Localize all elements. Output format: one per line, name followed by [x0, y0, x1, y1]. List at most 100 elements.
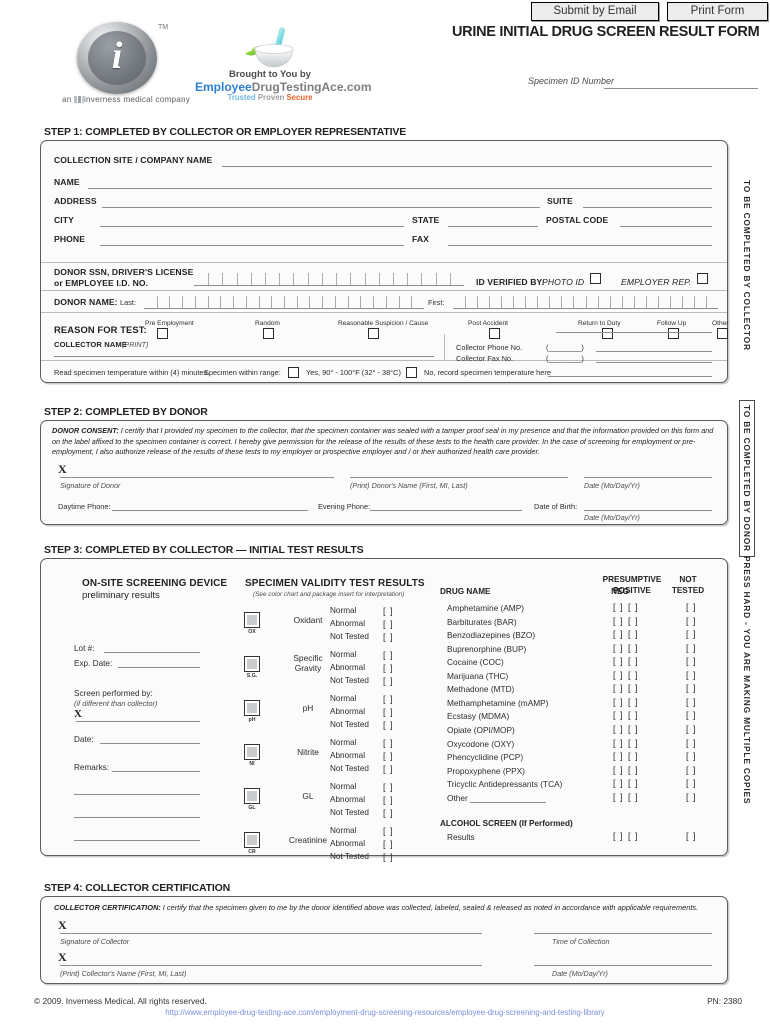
- state-input[interactable]: [448, 226, 538, 227]
- drug-result-checkbox[interactable]: [ ]: [686, 616, 697, 626]
- drug-other-result-checkbox[interactable]: [ ]: [686, 792, 697, 802]
- reason-checkbox-6[interactable]: [717, 328, 728, 339]
- validity-pad-S.G.[interactable]: [244, 656, 260, 672]
- collector-phone-input[interactable]: [596, 351, 712, 352]
- drug-result-checkbox[interactable]: [ ]: [613, 751, 624, 761]
- validity-result-checkbox[interactable]: [ ]: [383, 632, 394, 642]
- collector-date-input[interactable]: [534, 965, 712, 966]
- screen-performed-by-input[interactable]: [76, 721, 200, 722]
- drug-result-checkbox[interactable]: [ ]: [613, 697, 624, 707]
- phone-input[interactable]: [100, 245, 404, 246]
- drug-result-checkbox[interactable]: [ ]: [628, 643, 639, 653]
- collector-printed-name-input[interactable]: [60, 965, 482, 966]
- donor-ssn-input[interactable]: [194, 272, 464, 286]
- drug-result-checkbox[interactable]: [ ]: [686, 670, 697, 680]
- validity-result-checkbox[interactable]: [ ]: [383, 839, 394, 849]
- validity-result-checkbox[interactable]: [ ]: [383, 663, 394, 673]
- remarks-input-2[interactable]: [74, 794, 200, 795]
- drug-result-checkbox[interactable]: [ ]: [613, 765, 624, 775]
- time-of-collection-input[interactable]: [534, 933, 712, 934]
- collection-site-input[interactable]: [222, 166, 712, 167]
- reason-checkbox-5[interactable]: [668, 328, 679, 339]
- drug-result-checkbox[interactable]: [ ]: [628, 751, 639, 761]
- postal-code-input[interactable]: [620, 226, 712, 227]
- validity-result-checkbox[interactable]: [ ]: [383, 764, 394, 774]
- drug-result-checkbox[interactable]: [ ]: [628, 629, 639, 639]
- validity-result-checkbox[interactable]: [ ]: [383, 606, 394, 616]
- drug-result-checkbox[interactable]: [ ]: [686, 778, 697, 788]
- alcohol-result-checkbox[interactable]: [ ]: [628, 831, 639, 841]
- temp-no-checkbox[interactable]: [406, 367, 417, 378]
- drug-result-checkbox[interactable]: [ ]: [628, 616, 639, 626]
- validity-result-checkbox[interactable]: [ ]: [383, 808, 394, 818]
- drug-result-checkbox[interactable]: [ ]: [628, 765, 639, 775]
- collector-fax-input[interactable]: [596, 362, 712, 363]
- collector-name-input[interactable]: [54, 356, 434, 357]
- fax-input[interactable]: [448, 245, 712, 246]
- drug-result-checkbox[interactable]: [ ]: [628, 738, 639, 748]
- alcohol-result-checkbox[interactable]: [ ]: [613, 831, 624, 841]
- drug-other-result-checkbox[interactable]: [ ]: [628, 792, 639, 802]
- drug-result-checkbox[interactable]: [ ]: [686, 643, 697, 653]
- drug-result-checkbox[interactable]: [ ]: [613, 643, 624, 653]
- daytime-phone-input[interactable]: [112, 510, 308, 511]
- drug-result-checkbox[interactable]: [ ]: [686, 683, 697, 693]
- validity-pad-OX[interactable]: [244, 612, 260, 628]
- date-of-birth-input[interactable]: [584, 510, 712, 511]
- drug-result-checkbox[interactable]: [ ]: [613, 629, 624, 639]
- drug-result-checkbox[interactable]: [ ]: [628, 697, 639, 707]
- exp-date-input[interactable]: [118, 667, 200, 668]
- remarks-input-4[interactable]: [74, 840, 200, 841]
- validity-result-checkbox[interactable]: [ ]: [383, 694, 394, 704]
- validity-result-checkbox[interactable]: [ ]: [383, 738, 394, 748]
- drug-result-checkbox[interactable]: [ ]: [686, 751, 697, 761]
- validity-pad-CR[interactable]: [244, 832, 260, 848]
- remarks-input-1[interactable]: [112, 771, 200, 772]
- reason-checkbox-3[interactable]: [489, 328, 500, 339]
- drug-result-checkbox[interactable]: [ ]: [613, 778, 624, 788]
- drug-result-checkbox[interactable]: [ ]: [686, 656, 697, 666]
- drug-result-checkbox[interactable]: [ ]: [613, 710, 624, 720]
- drug-result-checkbox[interactable]: [ ]: [686, 738, 697, 748]
- drug-result-checkbox[interactable]: [ ]: [613, 738, 624, 748]
- drug-result-checkbox[interactable]: [ ]: [686, 765, 697, 775]
- screen-date-input[interactable]: [100, 743, 200, 744]
- drug-result-checkbox[interactable]: [ ]: [686, 697, 697, 707]
- validity-result-checkbox[interactable]: [ ]: [383, 619, 394, 629]
- remarks-input-3[interactable]: [74, 817, 200, 818]
- photo-id-checkbox[interactable]: [590, 273, 601, 284]
- drug-result-checkbox[interactable]: [ ]: [613, 724, 624, 734]
- validity-pad-GL[interactable]: [244, 788, 260, 804]
- validity-pad-pH[interactable]: [244, 700, 260, 716]
- drug-other-result-checkbox[interactable]: [ ]: [613, 792, 624, 802]
- temp-value-input[interactable]: [548, 376, 712, 377]
- validity-result-checkbox[interactable]: [ ]: [383, 852, 394, 862]
- collector-signature-input[interactable]: [60, 933, 482, 934]
- validity-result-checkbox[interactable]: [ ]: [383, 782, 394, 792]
- drug-result-checkbox[interactable]: [ ]: [628, 710, 639, 720]
- drug-result-checkbox[interactable]: [ ]: [686, 602, 697, 612]
- drug-result-checkbox[interactable]: [ ]: [613, 683, 624, 693]
- drug-result-checkbox[interactable]: [ ]: [628, 683, 639, 693]
- validity-pad-NI[interactable]: [244, 744, 260, 760]
- drug-result-checkbox[interactable]: [ ]: [628, 602, 639, 612]
- alcohol-result-checkbox[interactable]: [ ]: [686, 831, 697, 841]
- donor-last-name-input[interactable]: [144, 295, 424, 309]
- validity-result-checkbox[interactable]: [ ]: [383, 707, 394, 717]
- suite-input[interactable]: [583, 207, 712, 208]
- validity-result-checkbox[interactable]: [ ]: [383, 676, 394, 686]
- submit-by-email-button[interactable]: Submit by Email: [531, 2, 659, 21]
- address-input[interactable]: [102, 207, 540, 208]
- donor-printed-name-input[interactable]: [350, 477, 568, 478]
- donor-signature-input[interactable]: [60, 477, 334, 478]
- drug-result-checkbox[interactable]: [ ]: [686, 724, 697, 734]
- validity-result-checkbox[interactable]: [ ]: [383, 826, 394, 836]
- footer-url-link[interactable]: http://www.employee-drug-testing-ace.com…: [0, 1008, 770, 1017]
- city-input[interactable]: [100, 226, 404, 227]
- drug-result-checkbox[interactable]: [ ]: [613, 656, 624, 666]
- drug-result-checkbox[interactable]: [ ]: [628, 670, 639, 680]
- lot-input[interactable]: [104, 652, 200, 653]
- drug-result-checkbox[interactable]: [ ]: [628, 656, 639, 666]
- drug-result-checkbox[interactable]: [ ]: [686, 710, 697, 720]
- print-form-button[interactable]: Print Form: [667, 2, 768, 21]
